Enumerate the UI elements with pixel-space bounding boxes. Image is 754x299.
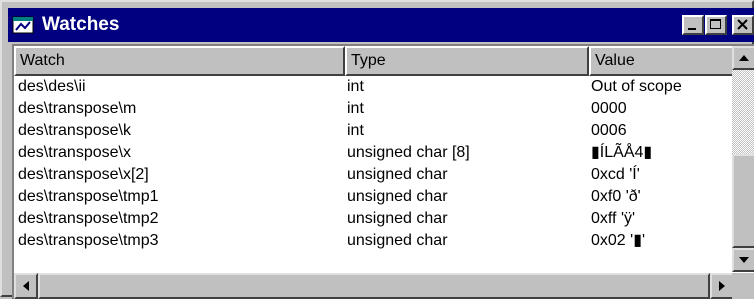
table-row[interactable]: des\des\ii int Out of scope <box>14 76 734 97</box>
watch-window-icon[interactable] <box>12 14 34 36</box>
maximize-button[interactable] <box>705 15 727 35</box>
column-header-watch[interactable]: Watch <box>14 46 345 76</box>
table-row[interactable]: des\transpose\tmp1 unsigned char 0xf0 'ð… <box>14 186 734 207</box>
watch-name: des\transpose\tmp2 <box>18 210 159 227</box>
column-header: Watch Type Value <box>14 46 734 76</box>
size-grip[interactable] <box>732 273 754 299</box>
watch-type: unsigned char <box>347 188 448 205</box>
close-icon <box>737 19 748 30</box>
watch-name: des\transpose\k <box>18 122 131 139</box>
watch-value: 0xff 'ÿ' <box>591 210 636 227</box>
watch-value: 0006 <box>591 122 627 139</box>
watch-value: 0xf0 'ð' <box>591 188 641 205</box>
column-header-value[interactable]: Value <box>589 46 734 76</box>
watch-value: Out of scope <box>591 78 682 95</box>
horizontal-scrollbar[interactable] <box>14 273 734 299</box>
scroll-right-button[interactable] <box>710 273 734 299</box>
table-row[interactable]: des\transpose\tmp3 unsigned char 0x02 '▮… <box>14 230 734 251</box>
table-row[interactable]: des\transpose\x[2] unsigned char 0xcd 'Í… <box>14 164 734 185</box>
arrow-left-icon <box>23 281 29 291</box>
vertical-scrollbar[interactable] <box>732 46 754 272</box>
watch-list[interactable]: Watch Type Value des\des\ii int Out of s… <box>12 44 754 299</box>
watch-name: des\transpose\m <box>18 100 137 117</box>
watch-value: 0000 <box>591 100 627 117</box>
window-title: Watches <box>42 14 120 35</box>
watch-value: 0x02 '▮' <box>591 232 646 249</box>
watch-type: unsigned char <box>347 166 448 183</box>
table-row[interactable]: des\transpose\x unsigned char [8] ▮ÍLÃÅ4… <box>14 142 734 163</box>
close-button[interactable] <box>732 15 754 35</box>
watch-name: des\transpose\tmp1 <box>18 188 159 205</box>
scroll-left-button[interactable] <box>14 273 38 299</box>
title-bar[interactable]: Watches <box>8 8 754 42</box>
watch-type: int <box>347 122 364 139</box>
maximize-icon <box>710 19 721 29</box>
watch-type: int <box>347 78 364 95</box>
watch-name: des\des\ii <box>18 78 86 95</box>
watch-name: des\transpose\x <box>18 144 131 161</box>
arrow-down-icon <box>739 257 749 263</box>
watch-name: des\transpose\tmp3 <box>18 232 159 249</box>
arrow-up-icon <box>739 55 749 61</box>
column-header-type[interactable]: Type <box>345 46 589 76</box>
scroll-up-button[interactable] <box>732 46 754 70</box>
minimize-icon <box>688 28 696 30</box>
table-row[interactable]: des\transpose\k int 0006 <box>14 120 734 141</box>
watch-type: unsigned char <box>347 210 448 227</box>
minimize-button[interactable] <box>682 15 704 35</box>
watch-type: unsigned char [8] <box>347 144 470 161</box>
vertical-scroll-thumb[interactable] <box>732 154 754 248</box>
watch-name: des\transpose\x[2] <box>18 166 149 183</box>
horizontal-scroll-thumb[interactable] <box>38 273 710 299</box>
scroll-down-button[interactable] <box>732 248 754 272</box>
watch-type: int <box>347 100 364 117</box>
watch-value: 0xcd 'Í' <box>591 166 640 183</box>
table-row[interactable]: des\transpose\tmp2 unsigned char 0xff 'ÿ… <box>14 208 734 229</box>
watch-value: ▮ÍLÃÅ4▮ <box>591 144 653 161</box>
table-row[interactable]: des\transpose\m int 0000 <box>14 98 734 119</box>
watch-type: unsigned char <box>347 232 448 249</box>
arrow-right-icon <box>719 281 725 291</box>
watches-window: Watches Watch Type Value des\des\ii int … <box>0 0 754 299</box>
